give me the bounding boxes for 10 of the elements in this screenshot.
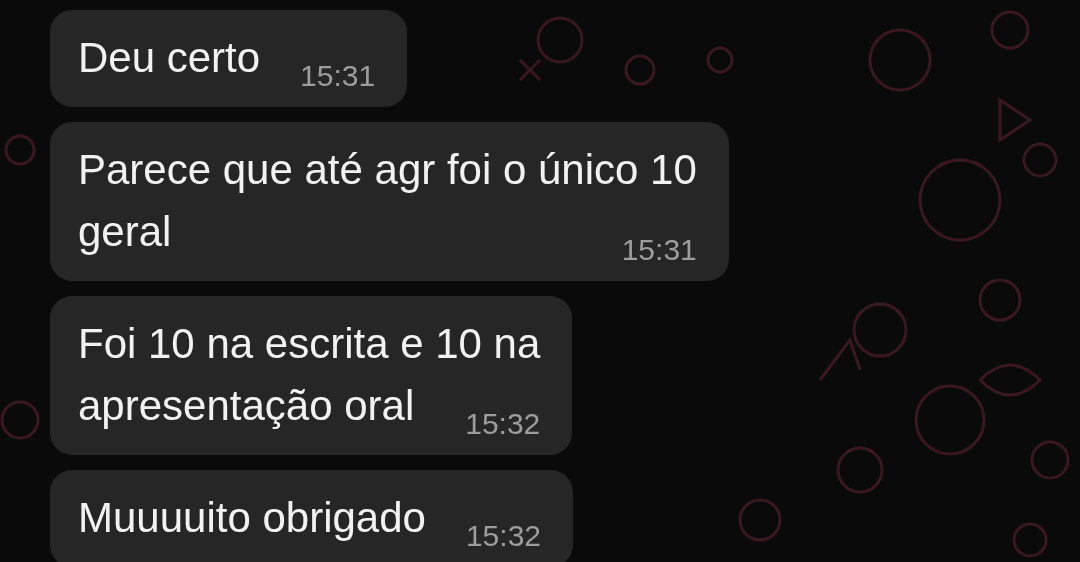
message-time: 15:31: [621, 233, 697, 267]
message-time: 15:32: [465, 407, 541, 441]
message-text: geral: [78, 207, 172, 257]
message-text: Parece que até agr foi o único 10: [78, 145, 697, 195]
message-text: Foi 10 na escrita e 10 na: [78, 319, 541, 369]
message-text: Deu certo: [78, 33, 261, 83]
message-text: Muuuuito obrigado: [78, 493, 426, 543]
message-time: 15:32: [465, 519, 541, 553]
message-time: 15:31: [300, 59, 376, 93]
message-text: apresentação oral: [78, 381, 415, 431]
